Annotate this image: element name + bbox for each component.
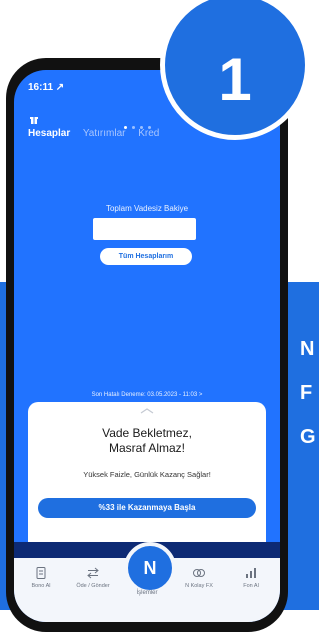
- tab-kredi[interactable]: Kred: [138, 128, 159, 139]
- last-login-info[interactable]: Son Hatalı Deneme: 03.05.2023 - 11:03 >: [14, 392, 280, 398]
- transfer-icon: [87, 567, 99, 579]
- nav-label-fon-al: Fon Al: [243, 583, 259, 589]
- nav-label-n-kolay-fx: N Kolay FX: [185, 583, 213, 589]
- balance-label: Toplam Vadesiz Bakiye: [105, 204, 189, 213]
- document-icon: [36, 567, 46, 579]
- islemler-button[interactable]: N: [124, 542, 176, 594]
- promo-title-line1: Vade Bekletmez,: [102, 426, 192, 440]
- tab-yatirimlar[interactable]: Yatırımlar: [83, 128, 126, 139]
- gift-icon[interactable]: [29, 114, 39, 124]
- nav-item-n-kolay-fx[interactable]: N Kolay FX: [174, 566, 224, 589]
- nav-item-fon-al[interactable]: Fon Al: [226, 566, 276, 589]
- nav-label-islemler: İşlemler: [136, 590, 158, 596]
- balance-value-box: [93, 218, 196, 240]
- nav-item-bono-al[interactable]: Bono Al: [16, 566, 66, 589]
- promo-cta-button[interactable]: %33 ile Kazanmaya Başla: [38, 498, 256, 518]
- side-text-n: N: [300, 338, 315, 360]
- all-accounts-button[interactable]: Tüm Hesaplarım: [100, 248, 192, 265]
- promo-title: Vade Bekletmez, Masraf Almaz!: [28, 426, 266, 456]
- step-number: 1: [218, 46, 252, 113]
- n-logo-icon: N: [143, 558, 157, 578]
- status-time: 16:11 ↗: [28, 82, 65, 93]
- nav-label-bono-al: Bono Al: [31, 583, 51, 589]
- tab-bar: Hesaplar Yatırımlar Kred: [28, 128, 169, 139]
- nav-label-ode-gonder: Öde / Gönder: [76, 583, 110, 589]
- promo-sheet: Vade Bekletmez, Masraf Almaz! Yüksek Fai…: [28, 402, 266, 542]
- promo-subtitle: Yüksek Faizle, Günlük Kazanç Sağlar!: [83, 470, 211, 479]
- sheet-handle-icon[interactable]: [140, 408, 154, 414]
- side-text-f: F: [300, 382, 313, 404]
- side-text-g: G: [300, 426, 316, 448]
- phone-screen: 16:11 ↗ Hesaplar Yatırımlar Kred Toplam …: [14, 70, 280, 622]
- chart-icon: [246, 568, 256, 578]
- fx-icon: [193, 569, 205, 577]
- nav-item-ode-gonder[interactable]: Öde / Gönder: [68, 566, 118, 589]
- tab-hesaplar[interactable]: Hesaplar: [28, 128, 70, 139]
- promo-title-line2: Masraf Almaz!: [108, 441, 186, 455]
